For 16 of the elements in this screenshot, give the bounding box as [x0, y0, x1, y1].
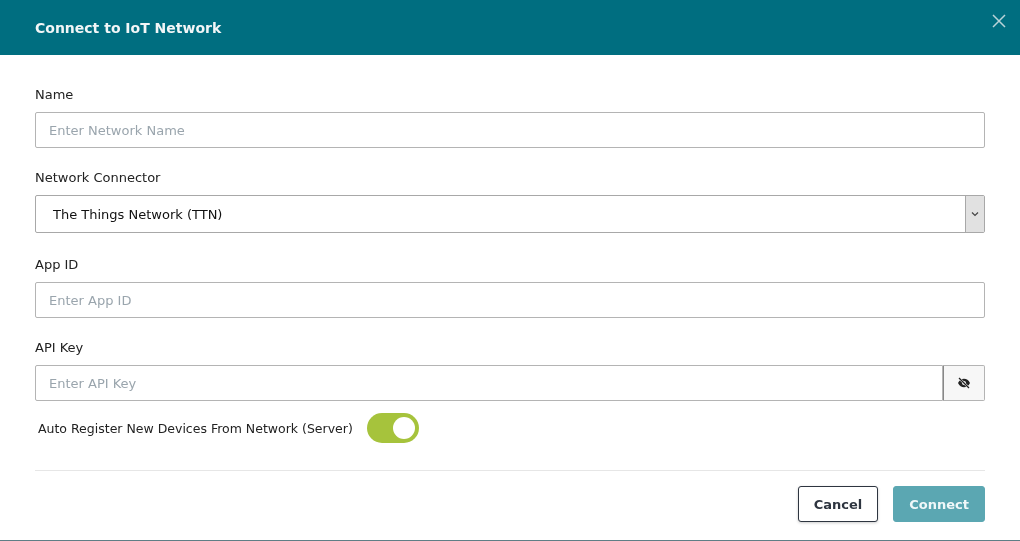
cancel-button[interactable]: Cancel: [797, 486, 879, 522]
hide-password-button[interactable]: [943, 365, 985, 401]
chevron-down-icon: [971, 211, 979, 217]
dialog-title: Connect to IoT Network: [35, 19, 222, 36]
dropdown[interactable]: The Things Network (TTN): [35, 195, 985, 233]
field-label: Network Connector: [35, 170, 161, 185]
text-field[interactable]: Enter Network Name: [35, 112, 985, 148]
text-field[interactable]: Enter App ID: [35, 282, 985, 318]
toggle-label: Auto Register New Devices From Network (Server): [38, 420, 353, 436]
password-field[interactable]: Enter API Key: [35, 365, 943, 401]
field-label: Name: [35, 87, 74, 102]
close-icon: [992, 13, 1006, 28]
eye-slash-icon: [957, 377, 971, 389]
field-label: App ID: [35, 257, 79, 272]
toggle-switch[interactable]: [366, 413, 419, 443]
field-label: API Key: [35, 340, 84, 355]
